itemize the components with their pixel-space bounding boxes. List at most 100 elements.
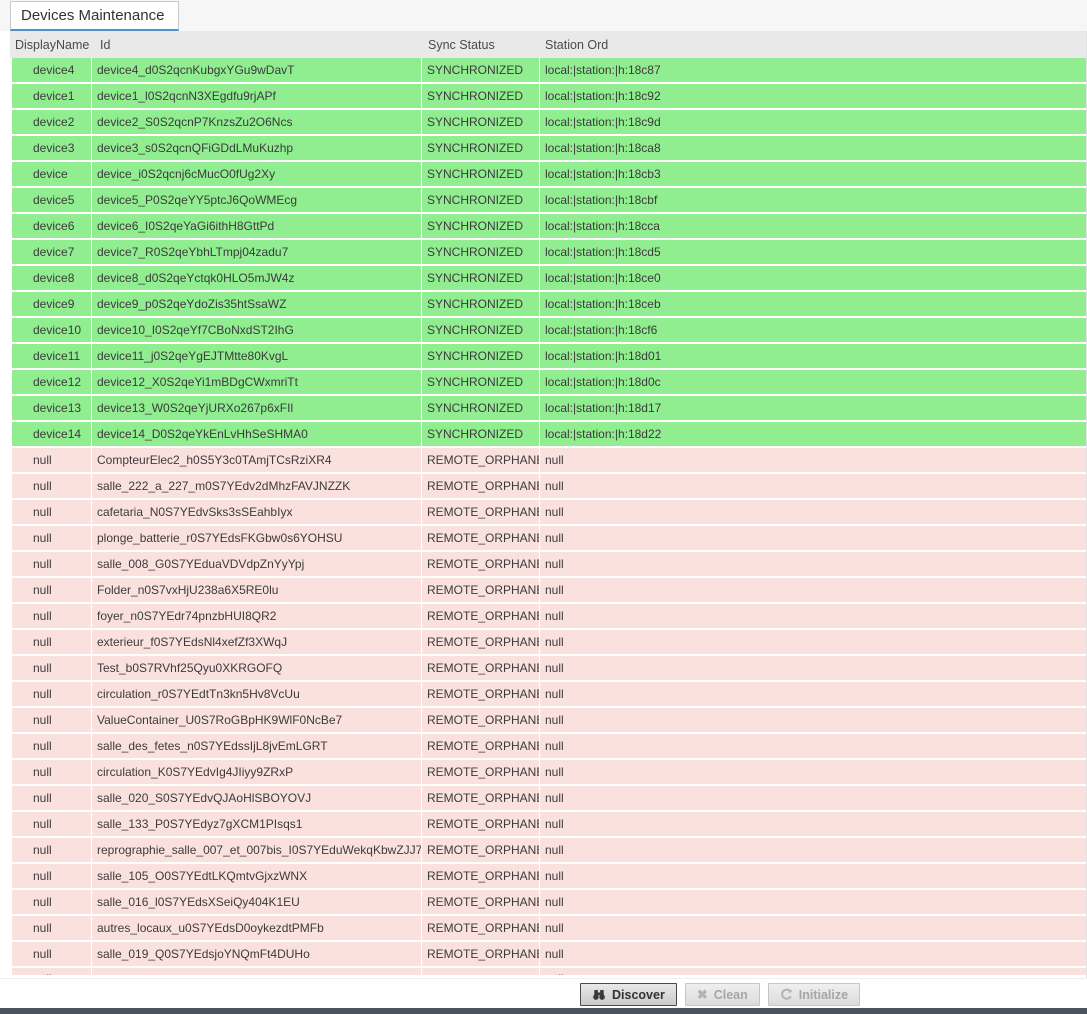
column-header-displayname[interactable]: DisplayName xyxy=(10,38,92,52)
cell-station-ord: null xyxy=(540,604,1086,628)
cell-station-ord: null xyxy=(540,474,1086,498)
table-row[interactable]: device2 device2_S0S2qcnP7KnzsZu2O6Ncs SY… xyxy=(12,110,1086,134)
table-row[interactable]: null ValueContainer_U0S7RoGBpHK9WlF0NcBe… xyxy=(12,708,1086,732)
cell-id: autres_locaux_u0S7YEdsD0oykezdtPMFb xyxy=(92,916,422,940)
cell-display-name: null xyxy=(12,500,92,524)
cell-sync-status: REMOTE_ORPHANED xyxy=(422,786,540,810)
cell-sync-status: REMOTE_ORPHANED xyxy=(422,474,540,498)
cell-display-name: null xyxy=(12,916,92,940)
cell-station-ord: local:|station:|h:18ca8 xyxy=(540,136,1086,160)
column-header-sync-status[interactable]: Sync Status xyxy=(422,38,540,52)
cell-sync-status: REMOTE_ORPHANED xyxy=(422,656,540,680)
table-row[interactable]: null exterieur_f0S7YEdsNl4xefZf3XWqJ REM… xyxy=(12,630,1086,654)
cell-id: device11_j0S2qeYgEJTMtte80KvgL xyxy=(92,344,422,368)
table-row[interactable]: null plonge_batterie_r0S7YEdsFKGbw0s6YOH… xyxy=(12,526,1086,550)
cell-display-name: null xyxy=(12,864,92,888)
table-row[interactable]: null Test_b0S7RVhf25Qyu0XKRGOFQ REMOTE_O… xyxy=(12,656,1086,680)
table-row[interactable]: device8 device8_d0S2qeYctqk0HLO5mJW4z SY… xyxy=(12,266,1086,290)
cell-id: device10_I0S2qeYf7CBoNxdST2IhG xyxy=(92,318,422,342)
cell-sync-status: REMOTE_ORPHANED xyxy=(422,916,540,940)
table-row[interactable]: null reprographie_salle_007_et_007bis_I0… xyxy=(12,838,1086,862)
cell-id: CompteurElec2_h0S5Y3c0TAmjTCsRziXR4 xyxy=(92,448,422,472)
cell-sync-status: SYNCHRONIZED xyxy=(422,344,540,368)
button-group: Discover ✖ Clean Initialize xyxy=(580,983,860,1006)
refresh-icon xyxy=(780,988,793,1001)
cell-id: salle_222_a_227_m0S7YEdv2dMhzFAVJNZZK xyxy=(92,474,422,498)
table-row[interactable]: device11 device11_j0S2qeYgEJTMtte80KvgL … xyxy=(12,344,1086,368)
table-row[interactable]: null foyer_n0S7YEdr74pnzbHUI8QR2 REMOTE_… xyxy=(12,604,1086,628)
cell-station-ord: local:|station:|h:18ce0 xyxy=(540,266,1086,290)
table-row[interactable]: device1 device1_l0S2qcnN3XEgdfu9rjAPf SY… xyxy=(12,84,1086,108)
cell-station-ord: null xyxy=(540,864,1086,888)
cell-id: device6_I0S2qeYaGi6ithH8GttPd xyxy=(92,214,422,238)
cell-sync-status: REMOTE_ORPHANED xyxy=(422,890,540,914)
cell-id: ValueContainer_U0S7RoGBpHK9WlF0NcBe7 xyxy=(92,708,422,732)
table-row[interactable]: device14 device14_D0S2qeYkEnLvHhSeSHMA0 … xyxy=(12,422,1086,446)
table-row[interactable]: device7 device7_R0S2qeYbhLTmpj04zadu7 SY… xyxy=(12,240,1086,264)
cell-id: device1_l0S2qcnN3XEgdfu9rjAPf xyxy=(92,84,422,108)
table-row[interactable]: null salle_105_O0S7YEdtLKQmtvGjxzWNX REM… xyxy=(12,864,1086,888)
cell-display-name: device14 xyxy=(12,422,92,446)
cell-display-name: device6 xyxy=(12,214,92,238)
table-row[interactable]: null salle_008_G0S7YEduaVDVdpZnYyYpj REM… xyxy=(12,552,1086,576)
cell-display-name: device9 xyxy=(12,292,92,316)
table-row[interactable]: null circulation_r0S7YEdtTn3kn5Hv8VcUu R… xyxy=(12,682,1086,706)
column-header-id[interactable]: Id xyxy=(92,38,422,52)
cell-station-ord: local:|station:|h:18cca xyxy=(540,214,1086,238)
table-row[interactable]: null CompteurElec2_h0S5Y3c0TAmjTCsRziXR4… xyxy=(12,448,1086,472)
cell-display-name: null xyxy=(12,578,92,602)
cell-id: salle_016_l0S7YEdsXSeiQy404K1EU xyxy=(92,890,422,914)
table-row[interactable]: null salle_222_a_227_m0S7YEdv2dMhzFAVJNZ… xyxy=(12,474,1086,498)
column-header-station-ord[interactable]: Station Ord xyxy=(540,38,1086,52)
cell-display-name: device4 xyxy=(12,58,92,82)
cell-display-name: device12 xyxy=(12,370,92,394)
table-row[interactable]: device9 device9_p0S2qeYdoZis35htSsaWZ SY… xyxy=(12,292,1086,316)
button-bar: Discover ✖ Clean Initialize xyxy=(0,978,1087,1008)
table-row[interactable]: null cafetaria_N0S7YEdvSks3sSEahbIyx REM… xyxy=(12,500,1086,524)
cell-station-ord: local:|station:|h:18cb3 xyxy=(540,162,1086,186)
cell-station-ord: null xyxy=(540,682,1086,706)
cell-display-name: null xyxy=(12,656,92,680)
cell-id: device12_X0S2qeYi1mBDgCWxmriTt xyxy=(92,370,422,394)
initialize-button[interactable]: Initialize xyxy=(768,983,860,1006)
table-row[interactable]: device10 device10_I0S2qeYf7CBoNxdST2IhG … xyxy=(12,318,1086,342)
cell-id: cafetaria_N0S7YEdvSks3sSEahbIyx xyxy=(92,500,422,524)
cell-station-ord: null xyxy=(540,448,1086,472)
clean-button-label: Clean xyxy=(714,988,748,1002)
cell-sync-status: REMOTE_ORPHANED xyxy=(422,760,540,784)
table-row[interactable]: null circulation_K0S7YEdvIg4JIiyy9ZRxP R… xyxy=(12,760,1086,784)
tab-devices-maintenance[interactable]: Devices Maintenance xyxy=(10,1,179,31)
table-row[interactable]: null autres_locaux_u0S7YEdsD0oykezdtPMFb… xyxy=(12,916,1086,940)
cell-station-ord: null xyxy=(540,500,1086,524)
clean-button[interactable]: ✖ Clean xyxy=(685,983,760,1006)
discover-button[interactable]: Discover xyxy=(580,983,677,1006)
cell-display-name: device xyxy=(12,162,92,186)
cell-sync-status: SYNCHRONIZED xyxy=(422,188,540,212)
cell-station-ord: null xyxy=(540,838,1086,862)
table-row[interactable]: device3 device3_s0S2qcnQFiGDdLMuKuzhp SY… xyxy=(12,136,1086,160)
table-row[interactable]: device6 device6_I0S2qeYaGi6ithH8GttPd SY… xyxy=(12,214,1086,238)
cell-sync-status: REMOTE_ORPHANED xyxy=(422,604,540,628)
table-row[interactable]: device5 device5_P0S2qeYY5ptcJ6QoWMEcg SY… xyxy=(12,188,1086,212)
table-row[interactable]: null salle_des_fetes_n0S7YEdssIjL8jvEmLG… xyxy=(12,734,1086,758)
cell-sync-status: REMOTE_ORPHANED xyxy=(422,448,540,472)
table-row[interactable]: device13 device13_W0S2qeYjURXo267p6xFIl … xyxy=(12,396,1086,420)
table-row[interactable]: null salle_016_l0S7YEdsXSeiQy404K1EU REM… xyxy=(12,890,1086,914)
cell-sync-status: SYNCHRONIZED xyxy=(422,214,540,238)
cell-id: salle_020_S0S7YEdvQJAoHlSBOYOVJ xyxy=(92,786,422,810)
table-row[interactable]: null salle_019_Q0S7YEdsjoYNQmFt4DUHo REM… xyxy=(12,942,1086,966)
cell-display-name: null xyxy=(12,474,92,498)
table-row[interactable]: null null xyxy=(12,968,1086,975)
table-row[interactable]: device12 device12_X0S2qeYi1mBDgCWxmriTt … xyxy=(12,370,1086,394)
table-row[interactable]: null Folder_n0S7vxHjU238a6X5RE0lu REMOTE… xyxy=(12,578,1086,602)
cell-sync-status: REMOTE_ORPHANED xyxy=(422,942,540,966)
cell-sync-status: SYNCHRONIZED xyxy=(422,136,540,160)
table-row[interactable]: null salle_020_S0S7YEdvQJAoHlSBOYOVJ REM… xyxy=(12,786,1086,810)
table-row[interactable]: device4 device4_d0S2qcnKubgxYGu9wDavT SY… xyxy=(12,58,1086,82)
table-row[interactable]: null salle_133_P0S7YEdyz7gXCM1PIsqs1 REM… xyxy=(12,812,1086,836)
cell-station-ord: local:|station:|h:18cbf xyxy=(540,188,1086,212)
table-row[interactable]: device device_i0S2qcnj6cMucO0fUg2Xy SYNC… xyxy=(12,162,1086,186)
cell-id: salle_008_G0S7YEduaVDVdpZnYyYpj xyxy=(92,552,422,576)
cell-display-name: null xyxy=(12,812,92,836)
cell-station-ord: null xyxy=(540,708,1086,732)
